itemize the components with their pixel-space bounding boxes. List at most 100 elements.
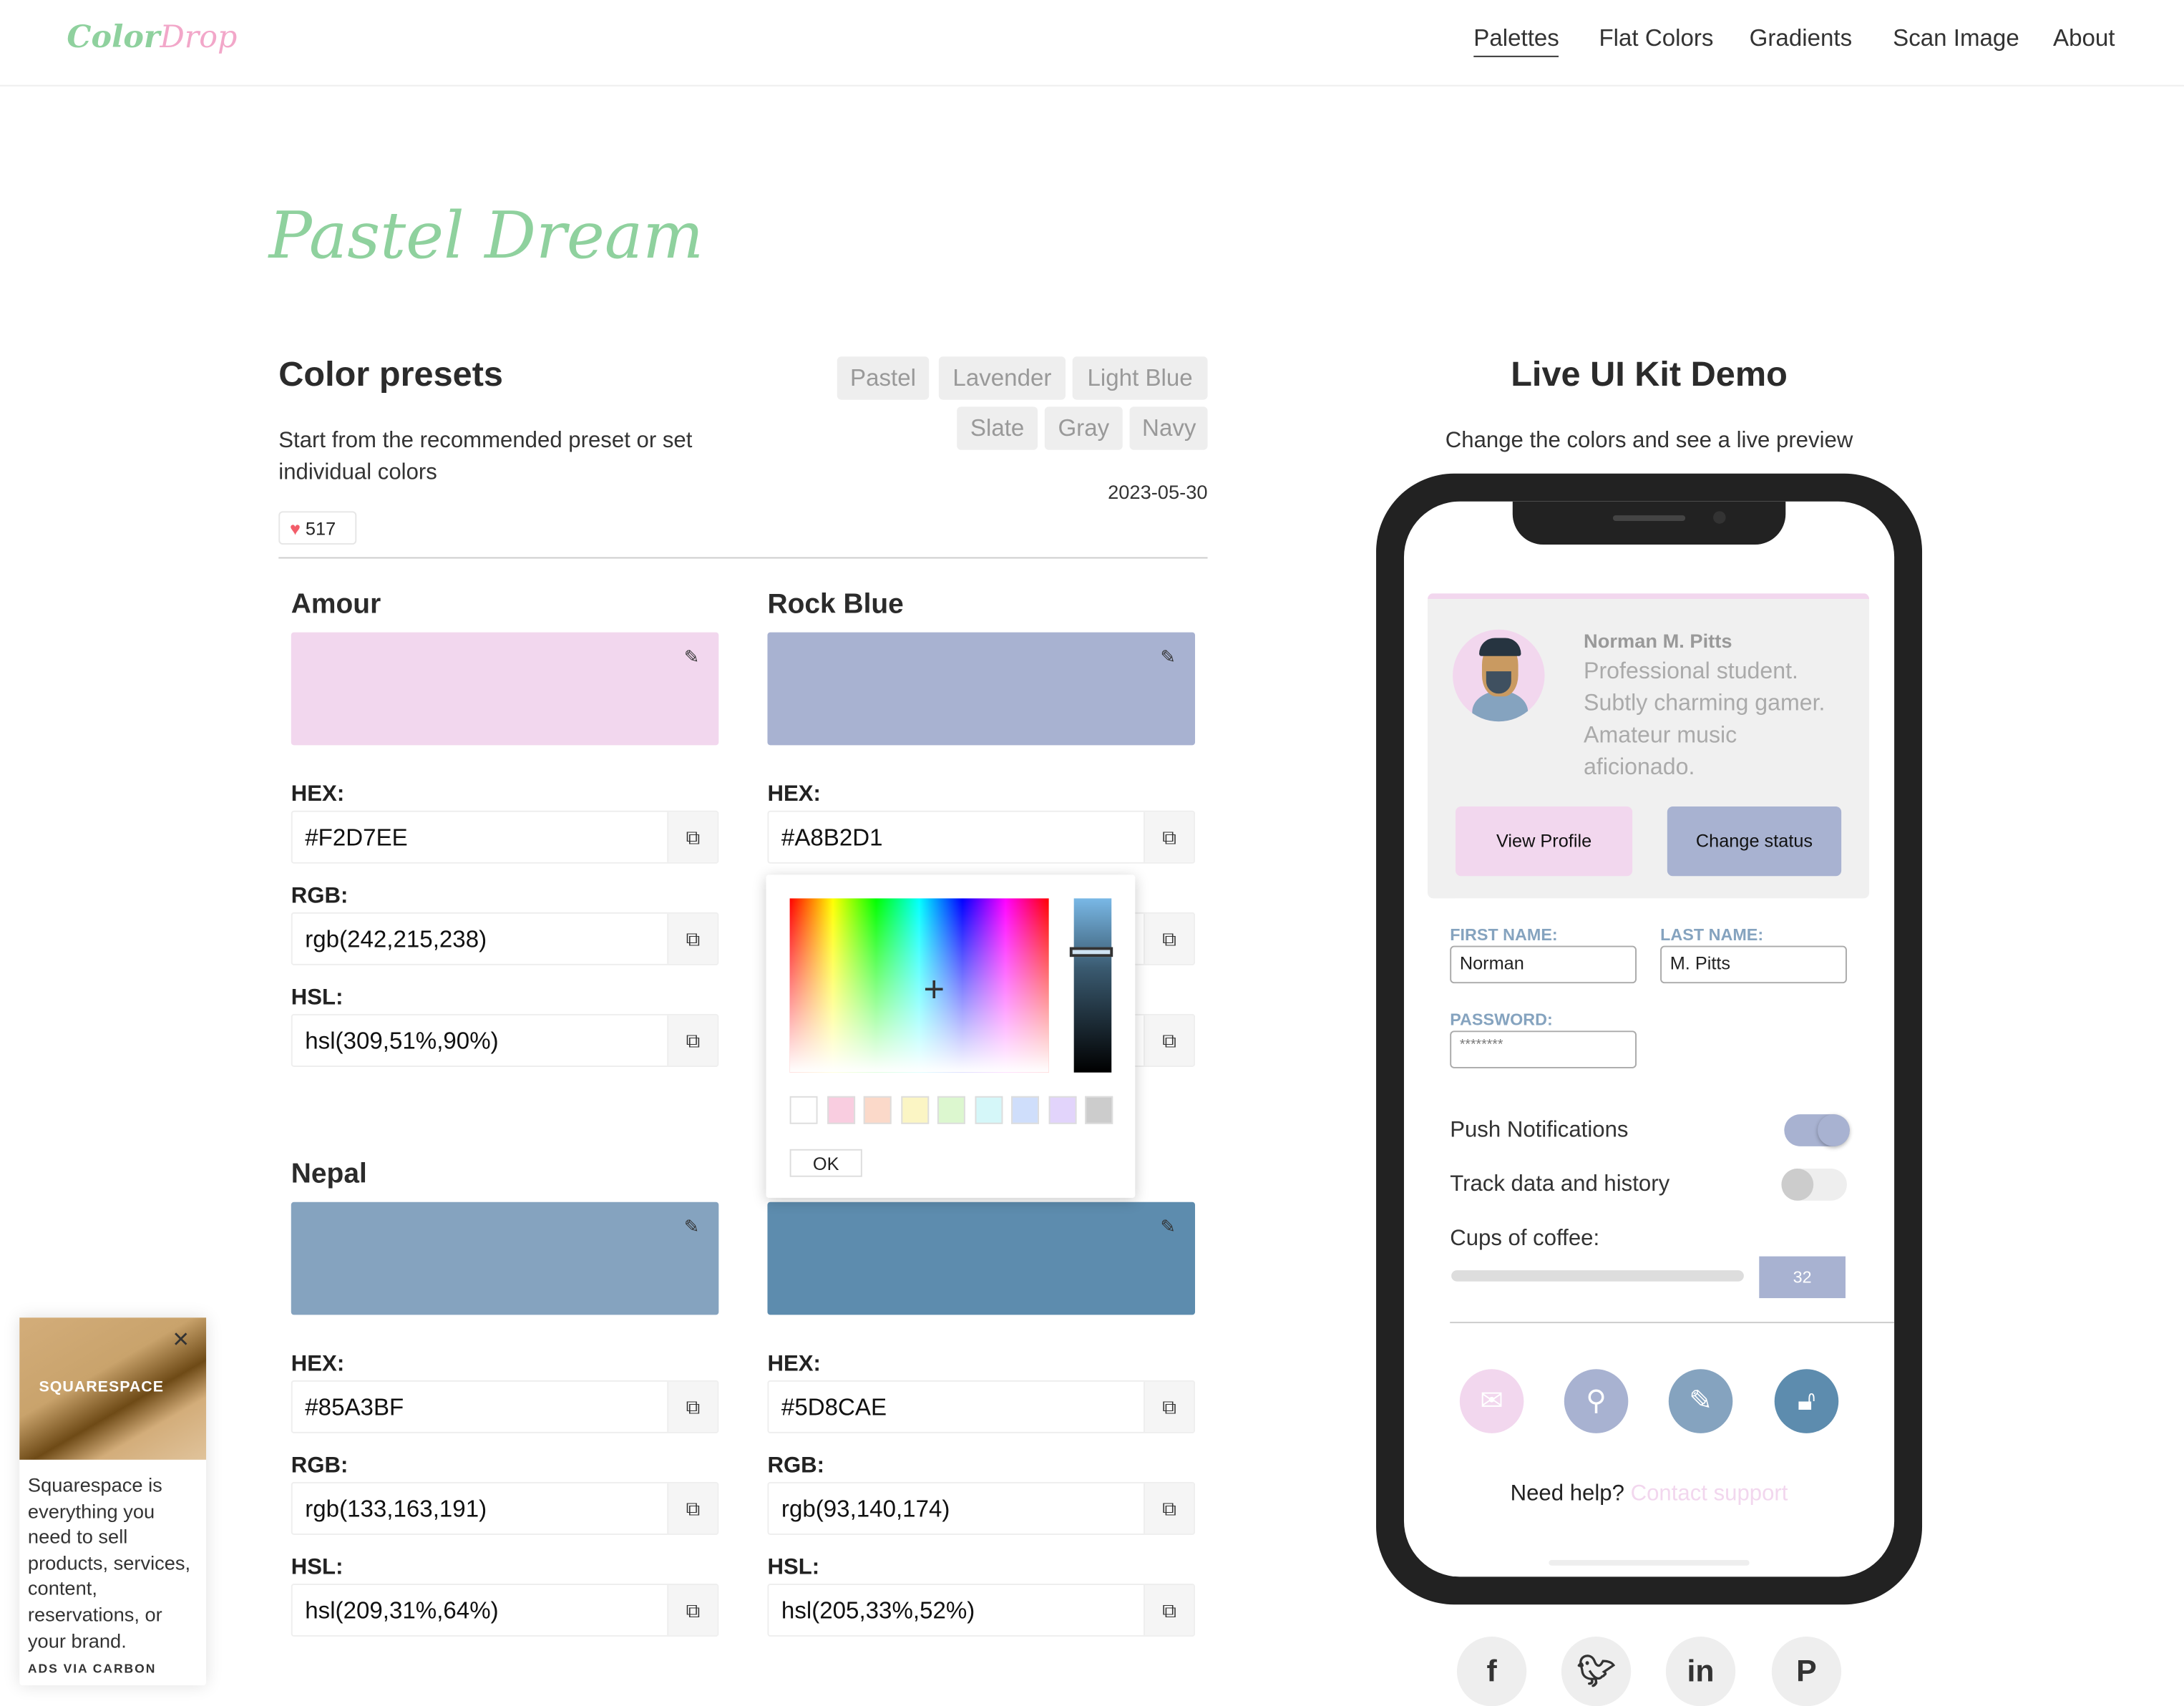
preset-swatch[interactable] <box>900 1096 929 1124</box>
linkedin-icon[interactable]: in <box>1665 1637 1736 1706</box>
copy-icon[interactable]: ⧉ <box>1143 1585 1194 1636</box>
hue-handle[interactable] <box>1069 947 1113 957</box>
hsl-value[interactable]: hsl(309,51%,90%) <box>305 1028 498 1056</box>
ad-text[interactable]: Squarespace is everything you need to se… <box>28 1472 203 1653</box>
hex-value[interactable]: #F2D7EE <box>305 824 407 852</box>
hsl-value[interactable]: hsl(209,31%,64%) <box>305 1598 498 1626</box>
hsl-value[interactable]: hsl(205,33%,52%) <box>781 1598 975 1626</box>
copy-icon[interactable]: ⧉ <box>667 1585 718 1636</box>
pencil-icon[interactable]: ✎ <box>684 1216 699 1238</box>
preset-swatch[interactable] <box>1048 1096 1076 1124</box>
copy-icon[interactable]: ⧉ <box>667 1483 718 1534</box>
color-swatch[interactable]: ✎ <box>767 1201 1196 1315</box>
header-divider <box>0 84 2184 87</box>
copy-icon[interactable]: ⧉ <box>1143 1381 1194 1432</box>
rgb-value[interactable]: rgb(133,163,191) <box>305 1496 487 1524</box>
tag-light-blue[interactable]: Light Blue <box>1072 356 1208 400</box>
coffee-value: 32 <box>1759 1256 1846 1299</box>
logo[interactable]: ColorDrop <box>67 19 237 56</box>
facebook-icon[interactable]: f <box>1456 1637 1527 1706</box>
view-profile-button[interactable]: View Profile <box>1455 806 1633 877</box>
hex-input[interactable]: #A8B2D1 ⧉ <box>767 810 1196 864</box>
password-input[interactable]: ******** <box>1450 1030 1637 1068</box>
copy-icon[interactable]: ⧉ <box>667 811 718 862</box>
rgb-input[interactable]: rgb(133,163,191) ⧉ <box>291 1481 719 1535</box>
preset-swatch[interactable] <box>1085 1096 1113 1124</box>
copy-icon[interactable]: ⧉ <box>1143 811 1194 862</box>
preset-swatch[interactable] <box>974 1096 1003 1124</box>
color-swatch[interactable]: ✎ <box>767 632 1196 746</box>
push-toggle[interactable] <box>1784 1114 1850 1146</box>
coffee-slider[interactable] <box>1451 1270 1744 1282</box>
copy-icon[interactable]: ⧉ <box>1143 1483 1194 1534</box>
tag-navy[interactable]: Navy <box>1129 406 1208 450</box>
hex-label: HEX: <box>291 782 345 806</box>
rgb-label: RGB: <box>767 1454 825 1478</box>
hex-value[interactable]: #85A3BF <box>305 1394 404 1422</box>
presets-heading: Color presets <box>278 355 503 394</box>
ad-footer[interactable]: ADS VIA CARBON <box>28 1662 156 1675</box>
color-swatch[interactable]: ✎ <box>291 1201 719 1315</box>
hsl-input[interactable]: hsl(205,33%,52%) ⧉ <box>767 1584 1196 1637</box>
preset-swatch[interactable] <box>827 1096 855 1124</box>
unlock-icon[interactable]: 🔓︎ <box>1774 1369 1839 1433</box>
hex-value[interactable]: #5D8CAE <box>781 1394 887 1422</box>
preset-swatch[interactable] <box>789 1096 818 1124</box>
copy-icon[interactable]: ⧉ <box>1143 1015 1194 1066</box>
twitter-icon[interactable]: 🐦︎ <box>1561 1637 1632 1706</box>
tag-lavender[interactable]: Lavender <box>938 356 1066 400</box>
last-name-input[interactable]: M. Pitts <box>1660 945 1847 984</box>
nav-gradients[interactable]: Gradients <box>1750 25 1852 53</box>
push-label: Push Notifications <box>1450 1118 1629 1143</box>
pencil-icon[interactable]: ✎ <box>684 646 699 668</box>
change-status-button[interactable]: Change status <box>1667 806 1842 877</box>
saturation-area[interactable] <box>789 898 1049 1073</box>
hex-label: HEX: <box>767 1352 821 1377</box>
pencil-icon[interactable]: ✎ <box>1668 1369 1733 1433</box>
like-button[interactable]: ♥ 517 <box>278 511 357 545</box>
color-swatch[interactable]: ✎ <box>291 632 719 746</box>
first-name-input[interactable]: Norman <box>1450 945 1637 984</box>
tag-pastel[interactable]: Pastel <box>837 356 930 400</box>
mail-icon[interactable]: ✉ <box>1459 1369 1524 1433</box>
pencil-icon[interactable]: ✎ <box>1161 646 1176 668</box>
nav-flat-colors[interactable]: Flat Colors <box>1599 25 1713 53</box>
crosshair-icon[interactable]: + <box>923 971 945 1008</box>
carbon-ad[interactable]: SQUARESPACE × Squarespace is everything … <box>19 1317 207 1686</box>
preset-swatch[interactable] <box>863 1096 892 1124</box>
hsl-input[interactable]: hsl(209,31%,64%) ⧉ <box>291 1584 719 1637</box>
nav-palettes[interactable]: Palettes <box>1473 25 1559 57</box>
preset-swatch[interactable] <box>937 1096 965 1124</box>
pencil-icon[interactable]: ✎ <box>1161 1216 1176 1238</box>
rgb-input[interactable]: rgb(242,215,238) ⧉ <box>291 912 719 965</box>
close-icon[interactable]: × <box>172 1326 189 1354</box>
copy-icon[interactable]: ⧉ <box>1143 913 1194 964</box>
like-count: 517 <box>305 518 336 540</box>
hex-input[interactable]: #F2D7EE ⧉ <box>291 810 719 864</box>
rgb-input[interactable]: rgb(93,140,174) ⧉ <box>767 1481 1196 1535</box>
track-toggle[interactable] <box>1781 1169 1847 1201</box>
ok-button[interactable]: OK <box>789 1149 862 1177</box>
home-indicator <box>1549 1559 1750 1566</box>
hex-label: HEX: <box>767 782 821 806</box>
location-icon[interactable]: ⚲ <box>1564 1369 1629 1433</box>
copy-icon[interactable]: ⧉ <box>667 913 718 964</box>
contact-support-link[interactable]: Contact support <box>1631 1482 1788 1506</box>
copy-icon[interactable]: ⧉ <box>667 1381 718 1432</box>
hex-input[interactable]: #85A3BF ⧉ <box>291 1380 719 1433</box>
rgb-value[interactable]: rgb(242,215,238) <box>305 926 487 954</box>
nav-scan-image[interactable]: Scan Image <box>1893 25 2019 53</box>
hsl-input[interactable]: hsl(309,51%,90%) ⧉ <box>291 1013 719 1067</box>
hex-input[interactable]: #5D8CAE ⧉ <box>767 1380 1196 1433</box>
tag-slate[interactable]: Slate <box>957 406 1038 450</box>
tag-gray[interactable]: Gray <box>1044 406 1123 450</box>
copy-icon[interactable]: ⧉ <box>667 1015 718 1066</box>
hex-value[interactable]: #A8B2D1 <box>781 824 883 852</box>
hue-slider[interactable] <box>1073 898 1112 1073</box>
hex-label: HEX: <box>291 1352 345 1377</box>
preset-swatch[interactable] <box>1011 1096 1040 1124</box>
hsl-label: HSL: <box>291 1556 343 1580</box>
nav-about[interactable]: About <box>2053 25 2115 53</box>
pinterest-icon[interactable]: P <box>1771 1637 1842 1706</box>
rgb-value[interactable]: rgb(93,140,174) <box>781 1496 950 1524</box>
